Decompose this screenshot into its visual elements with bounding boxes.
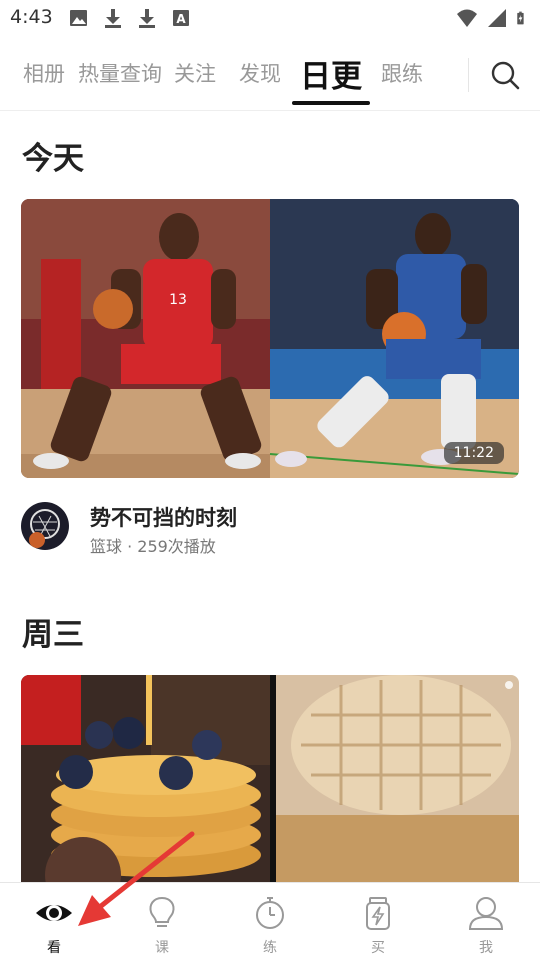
tab-daily-updates[interactable]: 日更 <box>300 51 362 96</box>
status-bar: 4:43 A <box>0 0 540 36</box>
channel-avatar[interactable] <box>21 502 69 550</box>
shopping-jar-icon <box>366 897 390 930</box>
bottom-nav-label: 我 <box>479 940 493 956</box>
tab-calorie-lookup[interactable]: 热量查询 <box>78 58 162 88</box>
download-icon <box>105 9 121 28</box>
tab-follow-along[interactable]: 跟练 <box>381 58 423 88</box>
status-system-icons <box>456 7 530 29</box>
bottom-nav-watch[interactable]: 看 <box>0 883 108 961</box>
bottom-nav-label: 买 <box>371 940 385 956</box>
status-time: 4:43 <box>10 6 53 28</box>
info-icon[interactable] <box>505 681 513 689</box>
food-thumbnail-image <box>21 675 519 882</box>
tab-following[interactable]: 关注 <box>174 58 216 88</box>
video-title[interactable]: 势不可挡的时刻 <box>90 502 237 532</box>
status-notification-icons: A <box>68 7 192 29</box>
tab-album[interactable]: 相册 <box>23 58 65 88</box>
eye-icon <box>36 905 72 921</box>
image-icon <box>70 10 87 26</box>
bottom-nav-train[interactable]: 练 <box>216 883 324 961</box>
tab-discover[interactable]: 发现 <box>239 58 281 88</box>
wifi-icon <box>457 9 477 27</box>
video-thumbnail-basketball[interactable]: 13 11:22 <box>21 199 519 478</box>
battery-charging-icon <box>517 11 524 25</box>
video-thumbnail-food[interactable] <box>21 675 519 882</box>
svg-text:13: 13 <box>169 292 187 308</box>
search-icon[interactable] <box>488 58 522 92</box>
font-a-icon: A <box>173 10 189 26</box>
video-duration-badge: 11:22 <box>443 442 504 464</box>
svg-text:A: A <box>176 12 186 26</box>
stopwatch-icon <box>256 897 284 929</box>
section-title-today: 今天 <box>22 141 84 177</box>
bottom-nav-courses[interactable]: 课 <box>108 883 216 961</box>
bottom-nav-label: 练 <box>263 940 277 956</box>
user-icon <box>468 897 504 930</box>
download-icon <box>139 9 155 28</box>
lightbulb-icon <box>149 896 175 927</box>
bottom-nav-shop[interactable]: 买 <box>324 883 432 961</box>
signal-icon <box>488 9 506 27</box>
section-title-wednesday: 周三 <box>22 617 84 653</box>
video-subtitle: 篮球 · 259次播放 <box>90 537 216 556</box>
bottom-nav-label: 看 <box>47 940 61 956</box>
basketball-thumbnail-image: 13 <box>21 199 519 478</box>
bottom-nav-label: 课 <box>155 940 169 956</box>
video-meta-row[interactable]: 势不可挡的时刻 篮球 · 259次播放 <box>21 502 519 556</box>
active-tab-indicator <box>292 101 370 105</box>
bottom-nav-profile[interactable]: 我 <box>432 883 540 961</box>
bottom-nav-bar: 看 课 练 买 我 <box>0 882 540 961</box>
top-tab-bar: 相册 热量查询 关注 发现 日更 跟练 <box>0 40 540 111</box>
nav-divider <box>468 58 469 92</box>
